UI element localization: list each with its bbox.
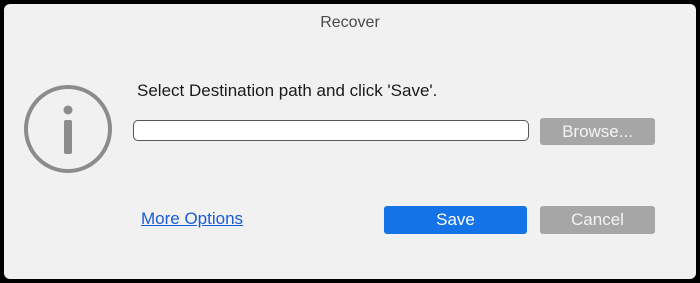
cancel-button[interactable]: Cancel	[540, 206, 655, 234]
instruction-message: Select Destination path and click 'Save'…	[137, 81, 438, 100]
browse-button[interactable]: Browse...	[540, 118, 655, 145]
dialog-title: Recover	[320, 14, 380, 31]
info-icon	[24, 85, 112, 173]
save-button[interactable]: Save	[384, 206, 527, 234]
recover-dialog: Recover Select Destination path and clic…	[4, 4, 696, 279]
destination-path-input[interactable]	[133, 120, 529, 141]
more-options-link[interactable]: More Options	[141, 209, 243, 229]
